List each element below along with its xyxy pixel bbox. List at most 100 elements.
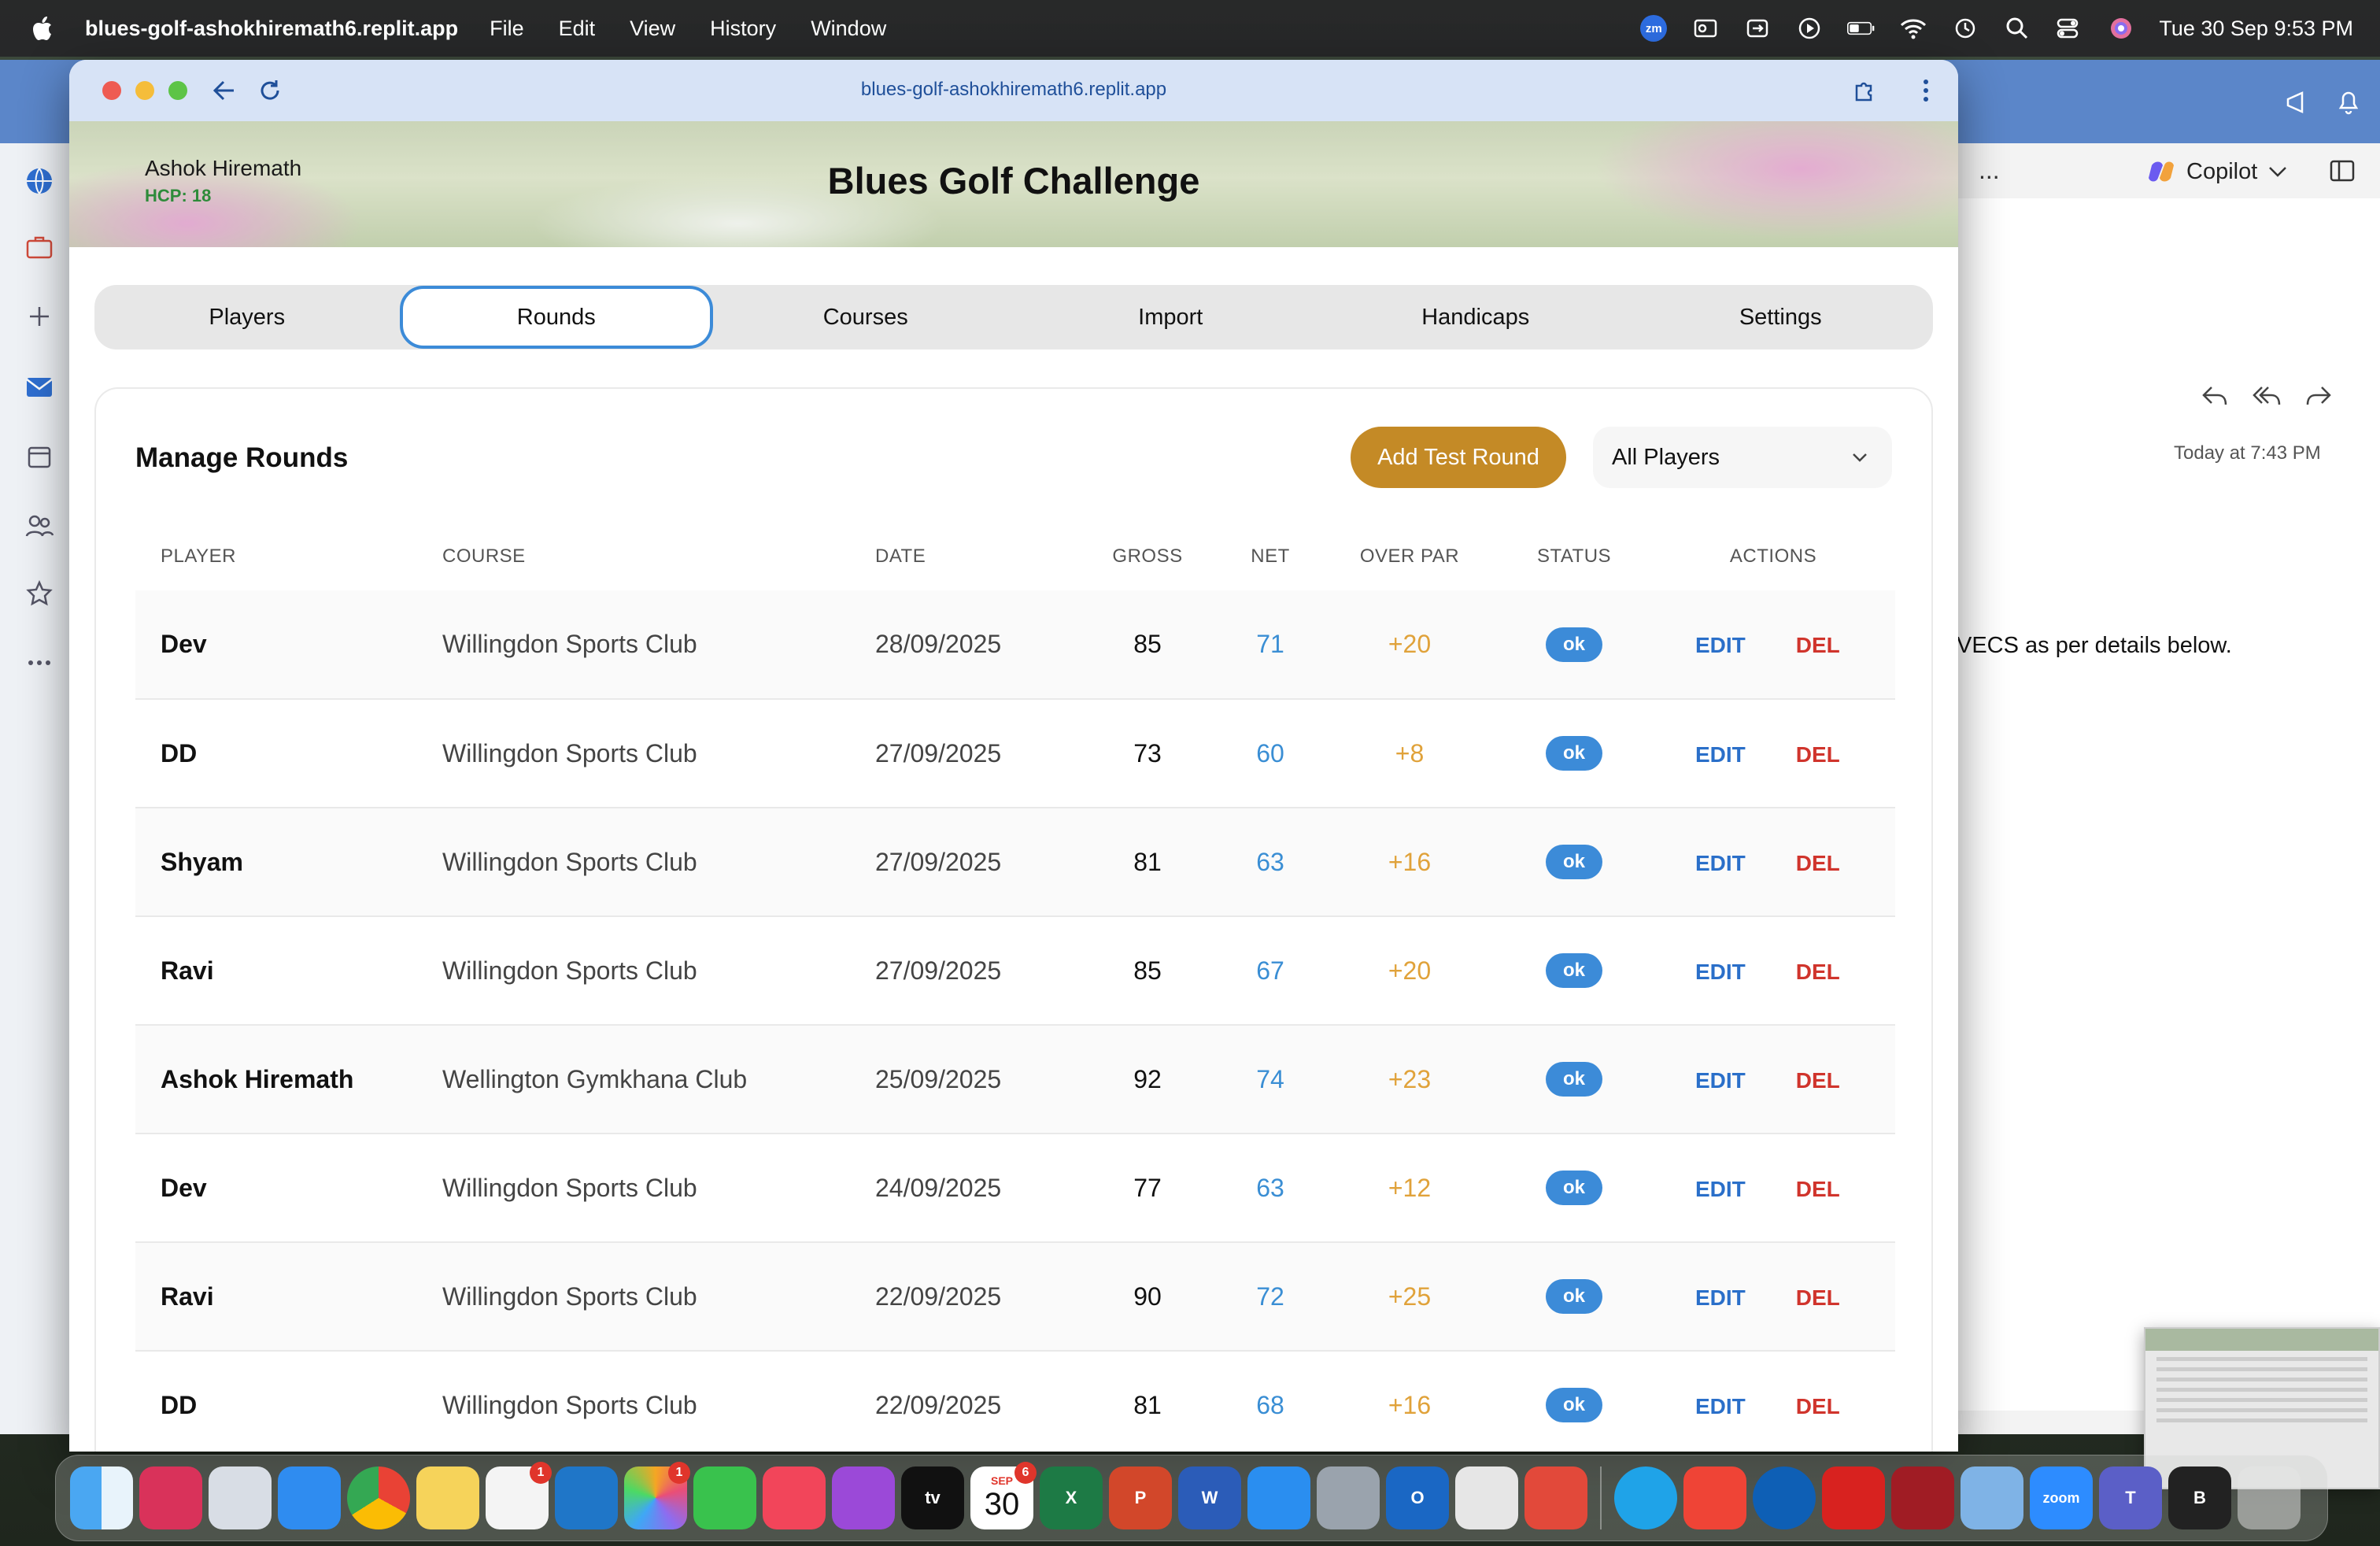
delete-round-button[interactable]: DEL bbox=[1796, 742, 1840, 767]
menu-window[interactable]: Window bbox=[811, 17, 886, 41]
kebab-menu-icon[interactable] bbox=[1911, 76, 1941, 105]
add-test-round-button[interactable]: Add Test Round bbox=[1351, 427, 1566, 488]
edit-round-button[interactable]: EDIT bbox=[1695, 1285, 1746, 1310]
finder-icon[interactable] bbox=[70, 1466, 133, 1529]
copilot-button[interactable]: Copilot bbox=[2147, 157, 2287, 186]
more-apps-icon[interactable] bbox=[20, 644, 58, 682]
reply-icon[interactable] bbox=[2201, 384, 2229, 412]
zoom-app-icon[interactable]: zoom bbox=[2030, 1466, 2093, 1529]
menu-view[interactable]: View bbox=[630, 17, 675, 41]
outlook-icon[interactable]: O bbox=[1386, 1466, 1449, 1529]
tab-rounds[interactable]: Rounds bbox=[399, 286, 713, 349]
play-icon[interactable] bbox=[1795, 14, 1824, 43]
table-row: DD Willingdon Sports Club 22/09/2025 81 68 +1… bbox=[135, 1351, 1895, 1452]
panel-toggle-icon[interactable] bbox=[2330, 159, 2355, 187]
iphone-mirroring-icon[interactable] bbox=[1455, 1466, 1518, 1529]
delete-round-button[interactable]: DEL bbox=[1796, 851, 1840, 875]
menu-clock[interactable]: Tue 30 Sep 9:53 PM bbox=[2159, 17, 2353, 41]
tab-handicaps[interactable]: Handicaps bbox=[1323, 287, 1628, 348]
tab-settings[interactable]: Settings bbox=[1628, 287, 1933, 348]
extensions-icon[interactable] bbox=[1850, 76, 1879, 105]
b-app-icon[interactable]: B bbox=[2168, 1466, 2231, 1529]
delete-round-button[interactable]: DEL bbox=[1796, 1285, 1840, 1310]
zoom-status-icon[interactable]: zm bbox=[1639, 14, 1668, 43]
excel-icon[interactable]: X bbox=[1040, 1466, 1103, 1529]
powerpoint-icon[interactable]: P bbox=[1109, 1466, 1172, 1529]
teamviewer-icon[interactable] bbox=[1753, 1466, 1816, 1529]
calendar-icon[interactable] bbox=[20, 438, 58, 475]
edit-round-button[interactable]: EDIT bbox=[1695, 742, 1746, 767]
time-machine-icon[interactable] bbox=[1951, 14, 1979, 43]
chevron-down-icon bbox=[2269, 167, 2287, 177]
launchpad-icon[interactable] bbox=[209, 1466, 272, 1529]
autocad-icon[interactable] bbox=[1891, 1466, 1954, 1529]
edit-round-button[interactable]: EDIT bbox=[1695, 960, 1746, 984]
battery-icon[interactable] bbox=[1847, 14, 1876, 43]
reading-toolbar: ... Copilot bbox=[1957, 143, 2380, 198]
facetime-icon[interactable] bbox=[693, 1466, 756, 1529]
trash-icon[interactable] bbox=[2238, 1466, 2301, 1529]
safari-icon[interactable] bbox=[278, 1466, 341, 1529]
edit-round-button[interactable]: EDIT bbox=[1695, 851, 1746, 875]
podcasts-icon[interactable] bbox=[832, 1466, 895, 1529]
reminders-icon[interactable]: 1 bbox=[486, 1462, 552, 1529]
more-options-button[interactable]: ... bbox=[1979, 156, 2000, 185]
star-icon[interactable] bbox=[20, 575, 58, 612]
table-row: Shyam Willingdon Sports Club 27/09/2025 81 6… bbox=[135, 808, 1895, 917]
tab-players[interactable]: Players bbox=[94, 287, 400, 348]
music-icon[interactable] bbox=[763, 1466, 826, 1529]
chrome-icon[interactable] bbox=[347, 1466, 410, 1529]
add-icon[interactable] bbox=[20, 298, 58, 335]
status-badge: ok bbox=[1545, 1062, 1602, 1097]
search-icon[interactable] bbox=[2003, 14, 2031, 43]
keychain-icon[interactable] bbox=[1961, 1466, 2023, 1529]
word-icon[interactable]: W bbox=[1178, 1466, 1241, 1529]
globe-icon[interactable] bbox=[20, 162, 58, 200]
control-center-icon[interactable] bbox=[2055, 14, 2083, 43]
anydesk-icon[interactable] bbox=[1683, 1466, 1746, 1529]
outlook-status-icon[interactable] bbox=[1691, 14, 1720, 43]
delete-round-button[interactable]: DEL bbox=[1796, 960, 1840, 984]
reply-all-icon[interactable] bbox=[2252, 384, 2281, 412]
mail-icon[interactable] bbox=[20, 368, 58, 406]
menu-app-name[interactable]: blues-golf-ashokhiremath6.replit.app bbox=[85, 17, 458, 41]
notes-icon[interactable] bbox=[416, 1466, 479, 1529]
wifi-icon[interactable] bbox=[1899, 14, 1927, 43]
delete-round-button[interactable]: DEL bbox=[1796, 1394, 1840, 1418]
acrobat-icon[interactable] bbox=[1822, 1466, 1885, 1529]
edit-round-button[interactable]: EDIT bbox=[1695, 1394, 1746, 1418]
menu-edit[interactable]: Edit bbox=[559, 17, 596, 41]
calendar-app-icon[interactable]: SEP 30 6 bbox=[970, 1462, 1037, 1529]
address-bar[interactable]: blues-golf-ashokhiremath6.replit.app bbox=[69, 79, 1958, 101]
siri-icon[interactable] bbox=[2107, 14, 2135, 43]
people-icon[interactable] bbox=[20, 507, 58, 545]
player-filter-select[interactable]: All Players bbox=[1593, 427, 1892, 488]
bell-icon[interactable] bbox=[2333, 87, 2364, 118]
menu-file[interactable]: File bbox=[490, 17, 524, 41]
delete-round-button[interactable]: DEL bbox=[1796, 633, 1840, 657]
screen-share-icon[interactable] bbox=[1743, 14, 1772, 43]
apple-tv-icon[interactable]: tv bbox=[901, 1466, 964, 1529]
vscode-icon[interactable] bbox=[555, 1466, 618, 1529]
forward-icon[interactable] bbox=[2304, 384, 2333, 412]
photos-icon[interactable]: 1 bbox=[624, 1462, 690, 1529]
skype-icon[interactable] bbox=[1614, 1466, 1677, 1529]
briefcase-icon[interactable] bbox=[20, 228, 58, 266]
teams-icon[interactable]: T bbox=[2099, 1466, 2162, 1529]
copilot-label: Copilot bbox=[2186, 158, 2258, 184]
cell-gross: 73 bbox=[1077, 699, 1218, 808]
edit-round-button[interactable]: EDIT bbox=[1695, 1068, 1746, 1093]
edit-round-button[interactable]: EDIT bbox=[1695, 633, 1746, 657]
delete-round-button[interactable]: DEL bbox=[1796, 1177, 1840, 1201]
sketchup-icon[interactable] bbox=[1524, 1466, 1587, 1529]
delete-round-button[interactable]: DEL bbox=[1796, 1068, 1840, 1093]
app-store-icon[interactable] bbox=[1247, 1466, 1310, 1529]
apple-icon[interactable] bbox=[31, 14, 57, 43]
creative-cloud-icon[interactable] bbox=[139, 1466, 202, 1529]
blocked-app-icon[interactable] bbox=[1317, 1466, 1380, 1529]
edit-round-button[interactable]: EDIT bbox=[1695, 1177, 1746, 1201]
tab-import[interactable]: Import bbox=[1018, 287, 1323, 348]
menu-history[interactable]: History bbox=[710, 17, 776, 41]
announce-icon[interactable] bbox=[2282, 87, 2314, 118]
tab-courses[interactable]: Courses bbox=[713, 287, 1018, 348]
